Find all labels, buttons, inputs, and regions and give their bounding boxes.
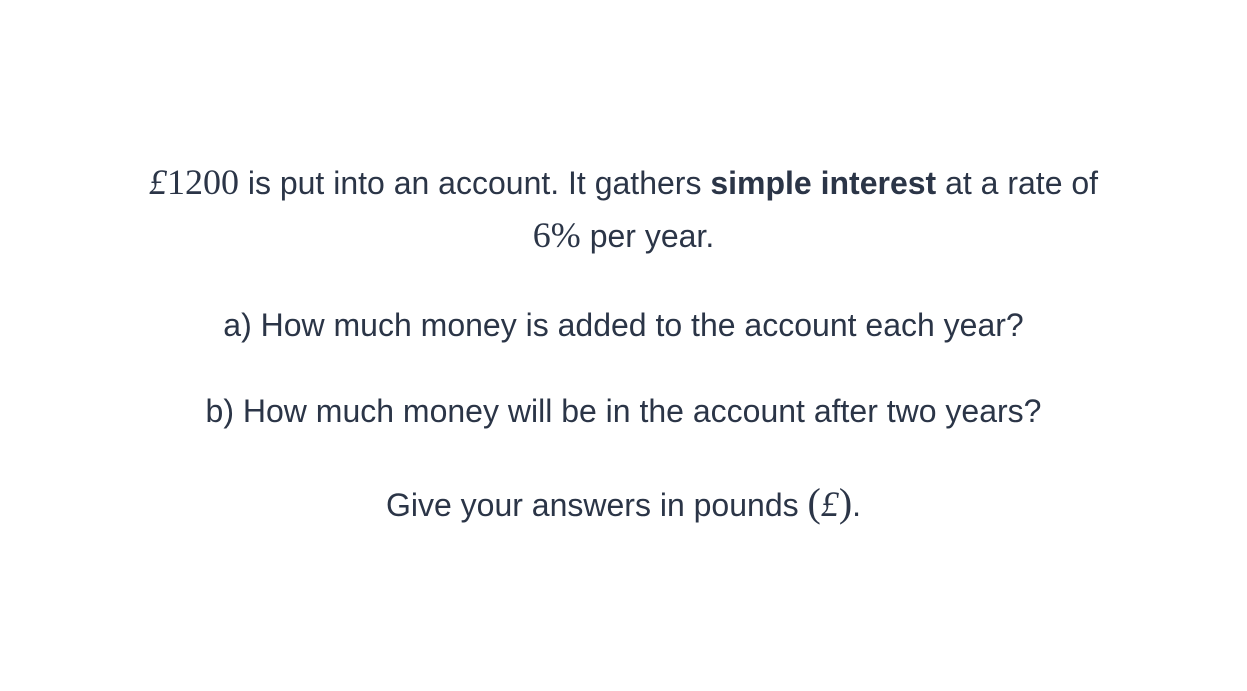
pound-symbol-instruction: £ <box>820 484 839 524</box>
intro-text-3: per year. <box>580 218 715 254</box>
question-part-b: b) How much money will be in the account… <box>205 393 1042 429</box>
intro-text-1: is put into an account. It gathers <box>238 165 711 201</box>
close-paren: ) <box>838 480 853 525</box>
pound-symbol: £ <box>148 162 167 202</box>
principal-amount: 1200 <box>166 162 239 202</box>
interest-rate: 6% <box>532 215 581 255</box>
instruction-period: . <box>852 487 862 523</box>
intro-text-2: at a rate of <box>936 165 1099 201</box>
simple-interest-term: simple interest <box>710 165 937 201</box>
instruction-text: Give your answers in pounds <box>385 487 808 523</box>
question-part-a: a) How much money is added to the accoun… <box>223 307 1024 343</box>
open-paren: ( <box>807 480 821 525</box>
answer-instruction: Give your answers in pounds (£). <box>0 477 1247 531</box>
question-intro: £1200 is put into an account. It gathers… <box>0 156 1247 262</box>
